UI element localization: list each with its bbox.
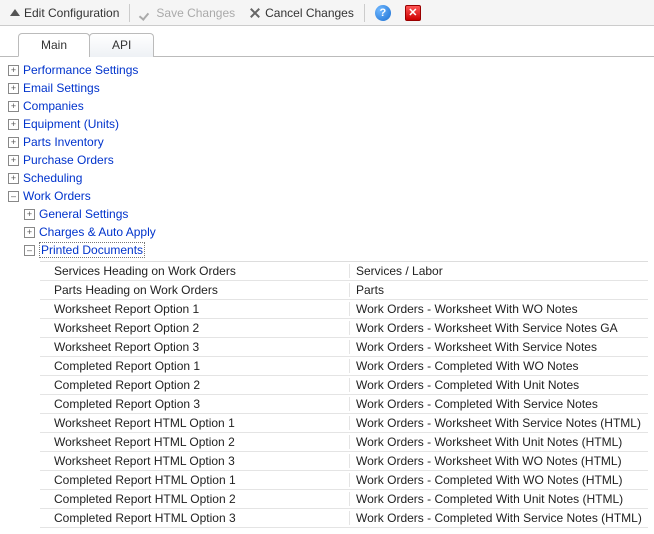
help-icon: ?: [375, 5, 391, 21]
grid-row[interactable]: Worksheet Report Option 2Work Orders - W…: [40, 319, 648, 338]
setting-value[interactable]: Work Orders - Worksheet With Service Not…: [350, 416, 648, 430]
setting-label: Worksheet Report Option 3: [40, 340, 350, 354]
grid-row[interactable]: Completed Report HTML Option 2Work Order…: [40, 490, 648, 509]
grid-row[interactable]: Worksheet Report Option 3Work Orders - W…: [40, 338, 648, 357]
tree-node-purchase[interactable]: + Purchase Orders: [6, 151, 654, 169]
toolbar: Edit Configuration Save Changes Cancel C…: [0, 0, 654, 26]
grid-row[interactable]: Worksheet Report Option 1Work Orders - W…: [40, 300, 648, 319]
up-triangle-icon: [10, 9, 20, 16]
grid-row[interactable]: Worksheet Report HTML Option 3Work Order…: [40, 452, 648, 471]
tree-label: Companies: [23, 99, 84, 113]
grid-row[interactable]: Parts Heading on Work OrdersParts: [40, 281, 648, 300]
setting-label: Completed Report Option 3: [40, 397, 350, 411]
tree-label: General Settings: [39, 207, 128, 221]
edit-configuration-label: Edit Configuration: [24, 6, 119, 20]
tab-api[interactable]: API: [89, 33, 154, 57]
setting-label: Services Heading on Work Orders: [40, 264, 350, 278]
tree-label: Email Settings: [23, 81, 100, 95]
setting-label: Completed Report HTML Option 2: [40, 492, 350, 506]
tree-node-companies[interactable]: + Companies: [6, 97, 654, 115]
expand-icon[interactable]: +: [24, 227, 35, 238]
tree-node-charges[interactable]: + Charges & Auto Apply: [6, 223, 654, 241]
grid-row[interactable]: Completed Report Option 3Work Orders - C…: [40, 395, 648, 414]
setting-value[interactable]: Work Orders - Completed With WO Notes: [350, 359, 648, 373]
setting-label: Worksheet Report HTML Option 3: [40, 454, 350, 468]
setting-label: Completed Report Option 1: [40, 359, 350, 373]
tree-node-printed-documents[interactable]: – Printed Documents: [6, 241, 654, 259]
separator: [364, 4, 365, 22]
tree-label: Equipment (Units): [23, 117, 119, 131]
tree-node-scheduling[interactable]: + Scheduling: [6, 169, 654, 187]
setting-value[interactable]: Services / Labor: [350, 264, 648, 278]
expand-icon[interactable]: +: [8, 83, 19, 94]
grid-row[interactable]: Completed Report Option 1Work Orders - C…: [40, 357, 648, 376]
close-button[interactable]: ✕: [399, 2, 427, 24]
tab-main[interactable]: Main: [18, 33, 90, 57]
setting-value[interactable]: Parts: [350, 283, 648, 297]
help-button[interactable]: ?: [369, 2, 397, 24]
setting-value[interactable]: Work Orders - Completed With Unit Notes …: [350, 492, 648, 506]
setting-value[interactable]: Work Orders - Completed With Service Not…: [350, 511, 648, 525]
grid-row[interactable]: Worksheet Report HTML Option 1Work Order…: [40, 414, 648, 433]
setting-value[interactable]: Work Orders - Completed With Service Not…: [350, 397, 648, 411]
grid-row[interactable]: Services Heading on Work OrdersServices …: [40, 262, 648, 281]
expand-icon[interactable]: +: [8, 101, 19, 112]
setting-label: Completed Report HTML Option 1: [40, 473, 350, 487]
grid-row[interactable]: Completed Report HTML Option 1Work Order…: [40, 471, 648, 490]
setting-value[interactable]: Work Orders - Completed With Unit Notes: [350, 378, 648, 392]
setting-value[interactable]: Work Orders - Worksheet With Service Not…: [350, 340, 648, 354]
expand-icon[interactable]: +: [8, 155, 19, 166]
tree-node-performance[interactable]: + Performance Settings: [6, 61, 654, 79]
tree-label: Scheduling: [23, 171, 82, 185]
save-changes-label: Save Changes: [156, 6, 235, 20]
separator: [129, 4, 130, 22]
tree-label: Performance Settings: [23, 63, 138, 77]
setting-label: Worksheet Report Option 1: [40, 302, 350, 316]
cancel-changes-button[interactable]: Cancel Changes: [243, 2, 360, 24]
tree-label: Printed Documents: [39, 242, 145, 258]
expand-icon[interactable]: +: [8, 119, 19, 130]
setting-label: Worksheet Report HTML Option 2: [40, 435, 350, 449]
setting-label: Parts Heading on Work Orders: [40, 283, 350, 297]
expand-icon[interactable]: +: [8, 65, 19, 76]
tabs: Main API: [0, 26, 654, 57]
check-icon: [140, 7, 152, 19]
edit-configuration-button[interactable]: Edit Configuration: [4, 2, 125, 24]
settings-grid: Services Heading on Work OrdersServices …: [40, 261, 648, 528]
tree-label: Purchase Orders: [23, 153, 114, 167]
setting-value[interactable]: Work Orders - Completed With WO Notes (H…: [350, 473, 648, 487]
collapse-icon[interactable]: –: [8, 191, 19, 202]
setting-label: Worksheet Report HTML Option 1: [40, 416, 350, 430]
setting-value[interactable]: Work Orders - Worksheet With WO Notes: [350, 302, 648, 316]
setting-label: Completed Report Option 2: [40, 378, 350, 392]
collapse-icon[interactable]: –: [24, 245, 35, 256]
close-icon: ✕: [405, 5, 421, 21]
cancel-changes-label: Cancel Changes: [265, 6, 354, 20]
tree-label: Parts Inventory: [23, 135, 104, 149]
save-changes-button: Save Changes: [134, 2, 241, 24]
expand-icon[interactable]: +: [8, 173, 19, 184]
grid-row[interactable]: Completed Report HTML Option 3Work Order…: [40, 509, 648, 528]
x-icon: [249, 7, 261, 19]
setting-value[interactable]: Work Orders - Worksheet With Service Not…: [350, 321, 648, 335]
setting-value[interactable]: Work Orders - Worksheet With Unit Notes …: [350, 435, 648, 449]
tree-node-email[interactable]: + Email Settings: [6, 79, 654, 97]
grid-row[interactable]: Worksheet Report HTML Option 2Work Order…: [40, 433, 648, 452]
tree-node-general-settings[interactable]: + General Settings: [6, 205, 654, 223]
setting-label: Completed Report HTML Option 3: [40, 511, 350, 525]
setting-value[interactable]: Work Orders - Worksheet With WO Notes (H…: [350, 454, 648, 468]
expand-icon[interactable]: +: [24, 209, 35, 220]
tree-label: Work Orders: [23, 189, 91, 203]
setting-label: Worksheet Report Option 2: [40, 321, 350, 335]
tree-label: Charges & Auto Apply: [39, 225, 156, 239]
tree-node-parts[interactable]: + Parts Inventory: [6, 133, 654, 151]
tree-node-equipment[interactable]: + Equipment (Units): [6, 115, 654, 133]
config-tree: + Performance Settings + Email Settings …: [0, 57, 654, 528]
grid-row[interactable]: Completed Report Option 2Work Orders - C…: [40, 376, 648, 395]
tree-node-work-orders[interactable]: – Work Orders: [6, 187, 654, 205]
expand-icon[interactable]: +: [8, 137, 19, 148]
